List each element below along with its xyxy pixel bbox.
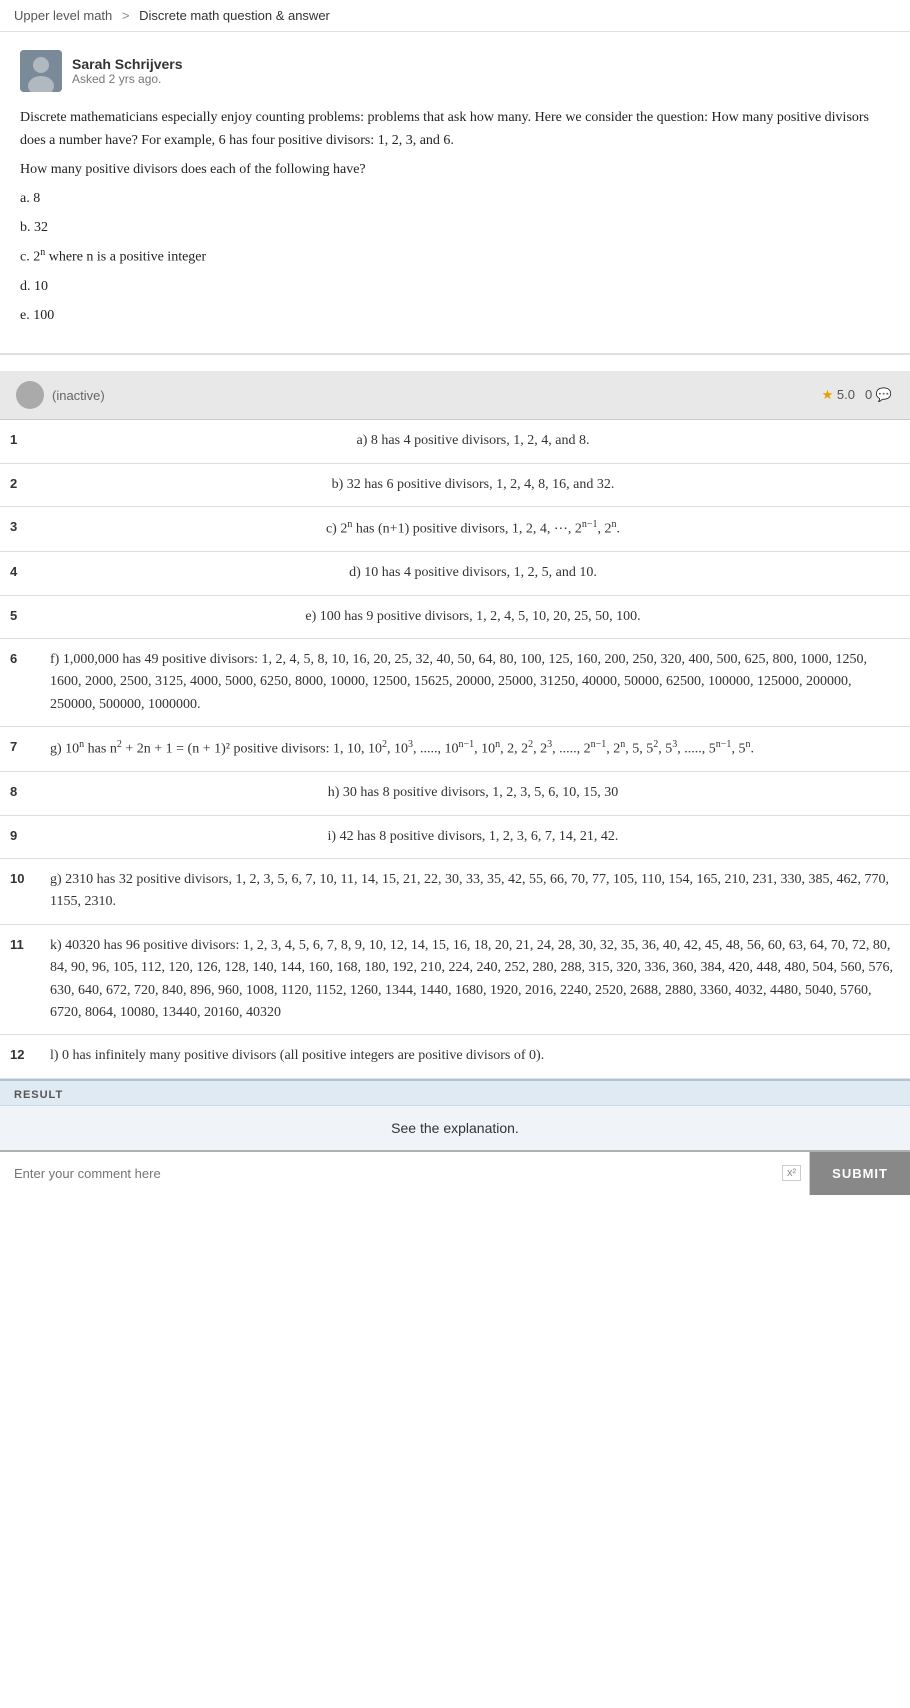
result-text: See the explanation. bbox=[0, 1106, 910, 1150]
row-content: b) 32 has 6 positive divisors, 1, 2, 4, … bbox=[36, 463, 910, 506]
table-row: 9i) 42 has 8 positive divisors, 1, 2, 3,… bbox=[0, 815, 910, 858]
row-content: l) 0 has infinitely many positive diviso… bbox=[36, 1035, 910, 1078]
table-row: 2b) 32 has 6 positive divisors, 1, 2, 4,… bbox=[0, 463, 910, 506]
answer-meta: ★ 5.0 0 💬 bbox=[822, 387, 894, 403]
author-avatar bbox=[20, 50, 62, 92]
author-info: Sarah Schrijvers Asked 2 yrs ago. bbox=[72, 56, 183, 86]
question-option-d: d. 10 bbox=[20, 275, 890, 298]
row-content: e) 100 has 9 positive divisors, 1, 2, 4,… bbox=[36, 595, 910, 638]
answer-section: (inactive) ★ 5.0 0 💬 1a) 8 has 4 positiv… bbox=[0, 371, 910, 1078]
comment-section[interactable]: x² SUBMIT bbox=[0, 1150, 910, 1195]
row-content: i) 42 has 8 positive divisors, 1, 2, 3, … bbox=[36, 815, 910, 858]
breadcrumb-parent[interactable]: Upper level math bbox=[14, 8, 112, 23]
table-row: 11k) 40320 has 96 positive divisors: 1, … bbox=[0, 924, 910, 1035]
question-paragraph-2: How many positive divisors does each of … bbox=[20, 158, 890, 181]
row-content: c) 2n has (n+1) positive divisors, 1, 2,… bbox=[36, 507, 910, 552]
row-content: f) 1,000,000 has 49 positive divisors: 1… bbox=[36, 639, 910, 727]
rating-value: 5.0 bbox=[837, 387, 855, 402]
comment-bubble-icon: 💬 bbox=[876, 387, 892, 402]
comment-input-wrapper[interactable]: x² bbox=[0, 1152, 810, 1195]
comment-count: 0 bbox=[865, 387, 872, 402]
author-name: Sarah Schrijvers bbox=[72, 56, 183, 72]
row-content: g) 10n has n2 + 2n + 1 = (n + 1)² positi… bbox=[36, 727, 910, 772]
row-number: 6 bbox=[0, 639, 36, 727]
row-content: a) 8 has 4 positive divisors, 1, 2, 4, a… bbox=[36, 420, 910, 463]
row-number: 10 bbox=[0, 859, 36, 925]
row-number: 9 bbox=[0, 815, 36, 858]
row-number: 4 bbox=[0, 552, 36, 595]
row-content: d) 10 has 4 positive divisors, 1, 2, 5, … bbox=[36, 552, 910, 595]
table-row: 5e) 100 has 9 positive divisors, 1, 2, 4… bbox=[0, 595, 910, 638]
row-number: 8 bbox=[0, 772, 36, 815]
answer-table: 1a) 8 has 4 positive divisors, 1, 2, 4, … bbox=[0, 420, 910, 1078]
answer-rating: ★ 5.0 bbox=[822, 387, 855, 403]
row-number: 11 bbox=[0, 924, 36, 1035]
table-row: 1a) 8 has 4 positive divisors, 1, 2, 4, … bbox=[0, 420, 910, 463]
author-row: Sarah Schrijvers Asked 2 yrs ago. bbox=[20, 50, 890, 92]
row-number: 5 bbox=[0, 595, 36, 638]
row-number: 3 bbox=[0, 507, 36, 552]
answer-user-avatar bbox=[16, 381, 44, 409]
answer-user: (inactive) bbox=[16, 381, 105, 409]
row-content: g) 2310 has 32 positive divisors, 1, 2, … bbox=[36, 859, 910, 925]
question-option-c: c. 2n where n is a positive integer bbox=[20, 245, 890, 269]
result-section: RESULT See the explanation. bbox=[0, 1079, 910, 1150]
comment-input[interactable] bbox=[0, 1152, 809, 1195]
table-row: 7g) 10n has n2 + 2n + 1 = (n + 1)² posit… bbox=[0, 727, 910, 772]
row-number: 12 bbox=[0, 1035, 36, 1078]
answer-comments: 0 💬 bbox=[865, 387, 894, 403]
row-content: k) 40320 has 96 positive divisors: 1, 2,… bbox=[36, 924, 910, 1035]
breadcrumb-separator: > bbox=[122, 8, 133, 23]
submit-button[interactable]: SUBMIT bbox=[810, 1152, 910, 1195]
breadcrumb-current: Discrete math question & answer bbox=[139, 8, 330, 23]
star-icon: ★ bbox=[822, 387, 834, 402]
question-option-e: e. 100 bbox=[20, 304, 890, 327]
table-row: 8h) 30 has 8 positive divisors, 1, 2, 3,… bbox=[0, 772, 910, 815]
table-row: 3c) 2n has (n+1) positive divisors, 1, 2… bbox=[0, 507, 910, 552]
question-option-a: a. 8 bbox=[20, 187, 890, 210]
question-section: Sarah Schrijvers Asked 2 yrs ago. Discre… bbox=[0, 32, 910, 355]
author-time: Asked 2 yrs ago. bbox=[72, 72, 183, 86]
question-paragraph-1: Discrete mathematicians especially enjoy… bbox=[20, 106, 890, 152]
answer-header: (inactive) ★ 5.0 0 💬 bbox=[0, 371, 910, 420]
question-text: Discrete mathematicians especially enjoy… bbox=[20, 106, 890, 327]
row-number: 7 bbox=[0, 727, 36, 772]
result-label: RESULT bbox=[0, 1081, 910, 1106]
table-row: 6f) 1,000,000 has 49 positive divisors: … bbox=[0, 639, 910, 727]
table-row: 12l) 0 has infinitely many positive divi… bbox=[0, 1035, 910, 1078]
superscript-button[interactable]: x² bbox=[782, 1165, 801, 1181]
table-row: 10g) 2310 has 32 positive divisors, 1, 2… bbox=[0, 859, 910, 925]
breadcrumb: Upper level math > Discrete math questio… bbox=[0, 0, 910, 32]
row-content: h) 30 has 8 positive divisors, 1, 2, 3, … bbox=[36, 772, 910, 815]
table-row: 4d) 10 has 4 positive divisors, 1, 2, 5,… bbox=[0, 552, 910, 595]
question-option-b: b. 32 bbox=[20, 216, 890, 239]
row-number: 2 bbox=[0, 463, 36, 506]
row-number: 1 bbox=[0, 420, 36, 463]
answer-username: (inactive) bbox=[52, 388, 105, 403]
